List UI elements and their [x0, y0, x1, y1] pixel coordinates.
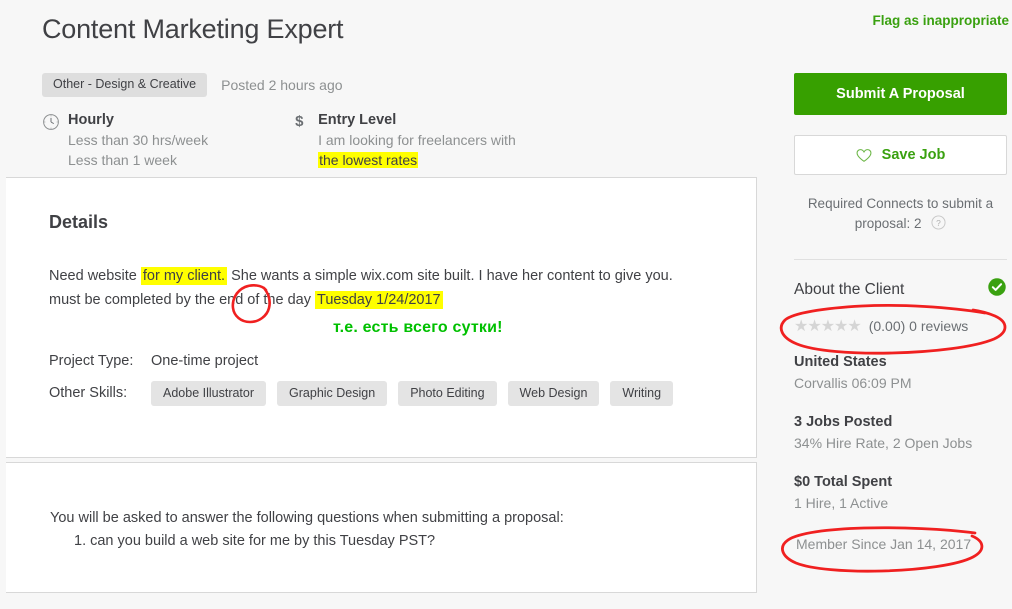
- highlight-deadline-date: Tuesday 1/24/2017: [315, 290, 443, 309]
- highlight-lowest-rates: the lowest rates: [318, 151, 419, 168]
- details-card: Details Need website for my client. She …: [6, 176, 757, 458]
- project-type-value: One-time project: [151, 352, 259, 369]
- project-type-row: Project Type: One-time project: [49, 353, 716, 369]
- svg-text:?: ?: [936, 218, 941, 228]
- fact-schedule-body: Hourly Less than 30 hrs/week Less than 1…: [62, 111, 208, 170]
- questions-body: You will be asked to answer the followin…: [6, 463, 756, 553]
- verified-check-icon: [987, 277, 1007, 302]
- questions-card: You will be asked to answer the followin…: [6, 461, 757, 593]
- fact-schedule-duration: Less than 1 week: [68, 151, 177, 168]
- skill-tag-list: Adobe Illustrator Graphic Design Photo Edi…: [151, 380, 684, 406]
- details-card-inner: Details Need website for my client. She …: [6, 178, 756, 406]
- job-description-line-1: Need website for my client. She wants a …: [49, 265, 716, 287]
- client-location-block: United States Corvallis 06:09 PM: [794, 352, 1012, 394]
- other-skills-row: Other Skills: Adobe Illustrator Graphic D…: [49, 380, 716, 406]
- fact-budget-title: Entry Level: [318, 111, 397, 128]
- client-hires: 1 Hire, 1 Active: [794, 495, 889, 511]
- category-tag[interactable]: Other - Design & Creative: [42, 73, 208, 97]
- save-job-button[interactable]: Save Job: [794, 135, 1007, 175]
- heart-icon: [856, 148, 872, 163]
- client-total-spent: $0 Total Spent: [794, 474, 893, 490]
- rating-star: ★: [820, 318, 835, 335]
- client-jobs-block: 3 Jobs Posted 34% Hire Rate, 2 Open Jobs: [794, 412, 1012, 454]
- fact-budget-line2: the lowest rates: [318, 150, 516, 170]
- save-job-label: Save Job: [881, 147, 946, 163]
- dollar-icon: $: [295, 112, 304, 130]
- required-connects-text: Required Connects to submit a proposal: …: [794, 194, 1007, 236]
- about-client-title: About the Client: [794, 280, 905, 298]
- job-meta-row: Other - Design & Creative Posted 2 hours…: [0, 45, 762, 97]
- client-member-since: Member Since Jan 14, 2017: [796, 536, 972, 552]
- connects-label: Required Connects to submit a proposal: …: [807, 196, 994, 231]
- client-hire-rate: 34% Hire Rate, 2 Open Jobs: [794, 435, 973, 451]
- help-circle-icon[interactable]: ?: [931, 215, 946, 236]
- rating-star: ★: [807, 318, 821, 335]
- job-post-page: Content Marketing Expert Other - Design …: [0, 0, 1012, 609]
- about-client-header: About the Client: [794, 277, 1007, 302]
- project-type-label: Project Type:: [49, 352, 134, 369]
- fact-schedule-title: Hourly: [68, 111, 114, 128]
- fact-budget-line1: I am looking for freelancers with: [318, 131, 516, 148]
- fact-schedule-hours: Less than 30 hrs/week: [68, 131, 209, 148]
- sidebar-column: Flag as inappropriate Submit A Proposal …: [775, 0, 1012, 552]
- rating-star: ★: [847, 318, 861, 335]
- desc-text-c: must be completed by the end of the day: [49, 291, 315, 308]
- skill-tag[interactable]: Web Design: [507, 380, 600, 406]
- skill-tag[interactable]: Writing: [610, 380, 674, 406]
- submit-proposal-button[interactable]: Submit A Proposal: [794, 73, 1007, 115]
- fact-schedule: Hourly Less than 30 hrs/week Less than 1…: [42, 111, 208, 170]
- skill-tag[interactable]: Adobe Illustrator: [151, 380, 267, 406]
- handwritten-note-text: т.е. есть всего сутки!: [333, 318, 503, 336]
- highlight-for-my-client: for my client.: [140, 266, 228, 285]
- fact-budget-body: Entry Level I am looking for freelancers…: [312, 111, 516, 170]
- details-section-title: Details: [49, 211, 109, 232]
- flag-as-inappropriate-link[interactable]: Flag as inappropriate: [775, 0, 1012, 28]
- fact-budget: $ Entry Level I am looking for freelance…: [292, 111, 516, 170]
- job-description-line-2: must be completed by the end of the day …: [49, 289, 716, 311]
- skill-tag[interactable]: Photo Editing: [398, 380, 497, 406]
- desc-text-a: Need website: [49, 267, 141, 284]
- main-content-column: Content Marketing Expert Other - Design …: [0, 0, 762, 593]
- questions-intro: You will be asked to answer the followin…: [50, 509, 564, 526]
- page-title: Content Marketing Expert: [42, 14, 344, 44]
- question-item: 1. can you build a web site for me by th…: [74, 532, 436, 549]
- rating-star: ★: [794, 318, 808, 335]
- client-jobs-posted: 3 Jobs Posted: [794, 414, 893, 430]
- posted-time: Posted 2 hours ago: [221, 76, 343, 93]
- rating-star: ★: [834, 318, 848, 335]
- desc-text-b: She wants a simple wix.com site built. I…: [227, 267, 673, 284]
- client-country: United States: [794, 354, 887, 370]
- clock-icon: [42, 113, 62, 136]
- client-rating-row: ★ ★ ★ ★ ★ (0.00) 0 reviews: [794, 316, 1007, 336]
- skill-tag[interactable]: Graphic Design: [277, 380, 388, 406]
- sidebar-divider: [794, 259, 1007, 260]
- rating-reviews-text: (0.00) 0 reviews: [868, 318, 969, 334]
- client-local-time: Corvallis 06:09 PM: [794, 375, 912, 391]
- other-skills-label: Other Skills:: [49, 385, 128, 402]
- client-spend-block: $0 Total Spent 1 Hire, 1 Active: [794, 472, 1012, 514]
- job-facts-row: Hourly Less than 30 hrs/week Less than 1…: [0, 97, 762, 170]
